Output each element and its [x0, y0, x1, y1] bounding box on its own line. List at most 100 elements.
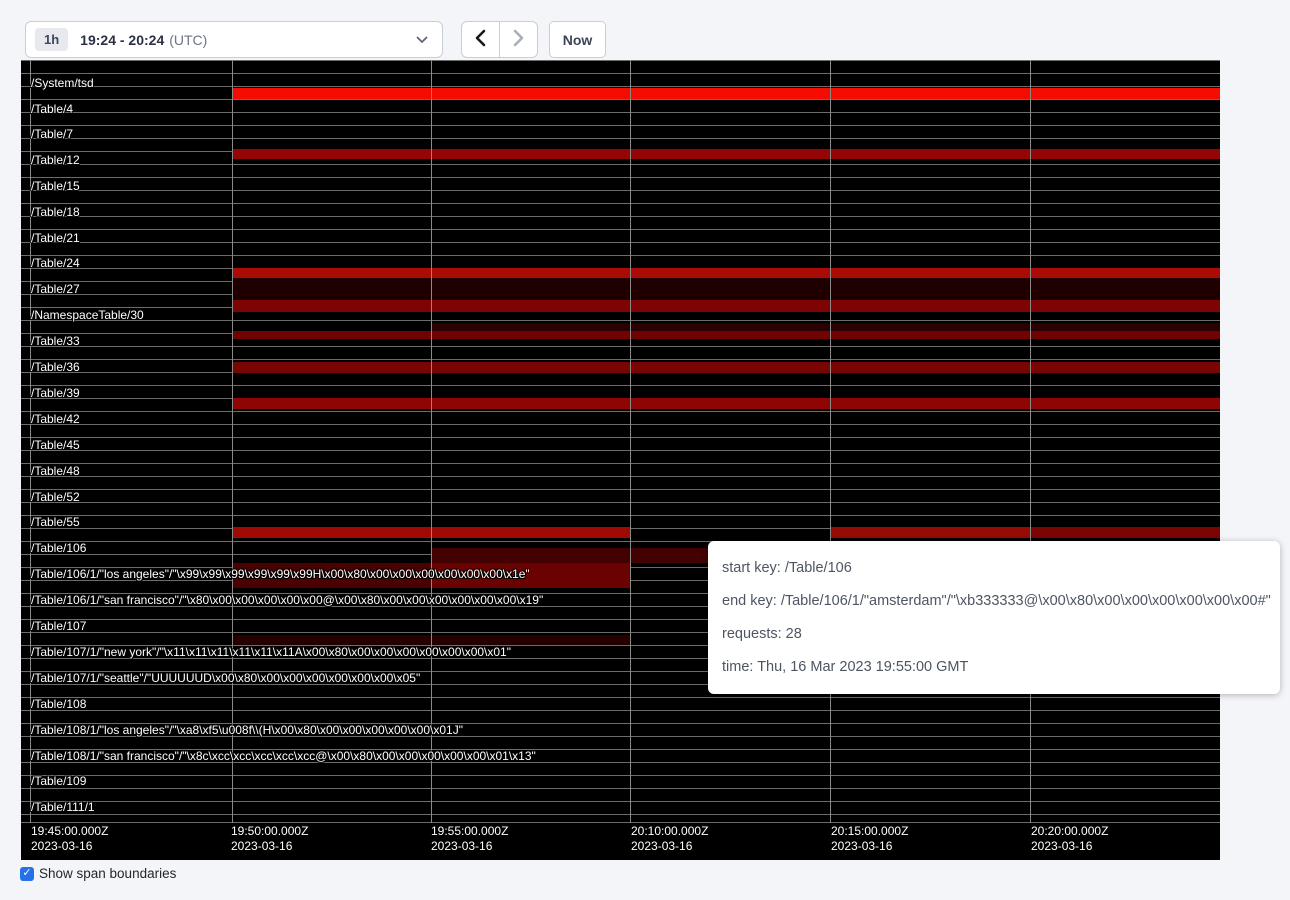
x-axis-tick-date: 2023-03-16 — [431, 839, 508, 854]
tooltip-line: end key: /Table/106/1/"amsterdam"/"\xb33… — [722, 593, 1264, 609]
span-boundary-line — [21, 424, 1220, 425]
row-label: /Table/27 — [31, 282, 80, 296]
tooltip-line: start key: /Table/106 — [722, 560, 1264, 576]
time-nav-group — [461, 21, 538, 58]
heat-band — [232, 300, 1220, 312]
row-label: /Table/108/1/"san francisco"/"\x8c\xcc\x… — [31, 749, 536, 763]
row-label: /Table/108 — [31, 697, 86, 711]
x-axis-tick-time: 20:10:00.000Z — [631, 824, 708, 839]
row-label: /Table/108/1/"los angeles"/"\xa8\xf5\u00… — [31, 723, 463, 737]
show-span-boundaries-checkbox[interactable]: ✓ — [20, 867, 34, 881]
row-label: /Table/42 — [31, 412, 80, 426]
chevron-down-icon — [416, 36, 428, 44]
heat-band — [232, 268, 1220, 278]
span-boundary-line — [21, 229, 1220, 230]
row-label: /Table/106/1/"los angeles"/"\x99\x99\x99… — [31, 567, 530, 581]
row-label: /Table/45 — [31, 438, 80, 452]
heat-band — [830, 527, 1030, 538]
row-label: /Table/7 — [31, 127, 73, 141]
span-boundary-line — [21, 177, 1220, 178]
span-boundary-line — [21, 99, 1220, 100]
row-label: /NamespaceTable/30 — [31, 308, 144, 322]
heat-band — [232, 362, 1220, 373]
row-label: /Table/55 — [31, 515, 80, 529]
row-label: /Table/48 — [31, 464, 80, 478]
row-label: /Table/107/1/"new york"/"\x11\x11\x11\x1… — [31, 645, 511, 659]
span-boundary-line — [21, 320, 1220, 321]
span-boundary-line — [21, 346, 1220, 347]
heat-band — [232, 398, 1220, 409]
row-label: /Table/12 — [31, 153, 80, 167]
row-label: /Table/106 — [31, 541, 86, 555]
row-label: /Table/109 — [31, 774, 86, 788]
next-time-button[interactable] — [499, 21, 538, 58]
row-label: /Table/39 — [31, 386, 80, 400]
x-axis-tick: 19:50:00.000Z2023-03-16 — [231, 824, 308, 854]
row-label: /Table/107 — [31, 619, 86, 633]
heat-band — [431, 323, 1220, 331]
span-boundary-line — [21, 138, 1220, 139]
x-axis-tick-time: 19:55:00.000Z — [431, 824, 508, 839]
heatmap-canvas[interactable]: /System/tsd/Table/4/Table/7/Table/12/Tab… — [21, 60, 1220, 860]
chevron-left-icon — [474, 29, 487, 50]
heat-band — [232, 88, 1220, 99]
span-boundary-line — [21, 814, 1220, 815]
row-label: /Table/107/1/"seattle"/"UUUUUUD\x00\x80\… — [31, 671, 420, 685]
time-range-dropdown[interactable]: 1h 19:24 - 20:24 (UTC) — [25, 21, 443, 58]
span-boundary-line — [21, 450, 1220, 451]
span-boundary-line — [21, 788, 1220, 789]
x-axis-tick-date: 2023-03-16 — [1031, 839, 1108, 854]
tooltip-line: requests: 28 — [722, 626, 1264, 642]
span-boundary-line — [21, 801, 1220, 802]
row-label: /Table/24 — [31, 256, 80, 270]
cell-tooltip: start key: /Table/106 end key: /Table/106… — [708, 541, 1280, 694]
span-boundary-line — [21, 411, 1220, 412]
show-span-boundaries-label: Show span boundaries — [39, 866, 176, 881]
time-range-duration-badge: 1h — [35, 28, 68, 51]
chevron-right-icon — [512, 29, 525, 50]
row-label: /Table/106/1/"san francisco"/"\x80\x00\x… — [31, 593, 543, 607]
row-label: /Table/111/1 — [31, 800, 95, 814]
time-grid-line — [630, 60, 631, 823]
row-label: /Table/4 — [31, 102, 73, 116]
row-label: /Table/36 — [31, 360, 80, 374]
span-boundary-line — [21, 385, 1220, 386]
span-boundary-line — [21, 112, 1220, 113]
toolbar: 1h 19:24 - 20:24 (UTC) Now — [25, 21, 606, 58]
time-grid-line — [232, 60, 233, 823]
prev-time-button[interactable] — [461, 21, 500, 58]
x-axis-tick: 19:45:00.000Z2023-03-16 — [31, 824, 108, 854]
span-boundary-line — [21, 463, 1220, 464]
x-axis-tick: 20:20:00.000Z2023-03-16 — [1031, 824, 1108, 854]
x-axis-tick-date: 2023-03-16 — [31, 839, 108, 854]
footer: ✓ Show span boundaries — [20, 866, 176, 881]
x-axis-tick: 20:15:00.000Z2023-03-16 — [831, 824, 908, 854]
row-label: /Table/15 — [31, 179, 80, 193]
row-label: /Table/33 — [31, 334, 80, 348]
tooltip-line: time: Thu, 16 Mar 2023 19:55:00 GMT — [722, 659, 1264, 675]
heat-band — [232, 278, 1220, 300]
x-axis-tick-date: 2023-03-16 — [831, 839, 908, 854]
row-label: /System/tsd — [31, 76, 94, 90]
span-boundary-line — [21, 125, 1220, 126]
span-boundary-line — [21, 359, 1220, 360]
row-label: /Table/52 — [31, 490, 80, 504]
x-axis-tick-date: 2023-03-16 — [231, 839, 308, 854]
span-boundary-line — [21, 86, 1220, 87]
span-boundary-line — [21, 697, 1220, 698]
span-boundary-line — [21, 476, 1220, 477]
span-boundary-line — [21, 437, 1220, 438]
row-label: /Table/18 — [31, 205, 80, 219]
heat-band — [1030, 527, 1220, 538]
now-button[interactable]: Now — [549, 21, 606, 58]
span-boundary-line — [21, 489, 1220, 490]
span-boundary-line — [21, 710, 1220, 711]
span-boundary-line — [21, 190, 1220, 191]
span-boundary-line — [21, 515, 1220, 516]
span-boundary-line — [21, 255, 1220, 256]
span-boundary-line — [21, 73, 1220, 74]
heat-band — [232, 149, 1220, 159]
x-axis-tick-time: 19:45:00.000Z — [31, 824, 108, 839]
span-boundary-line — [21, 775, 1220, 776]
span-boundary-line — [21, 60, 1220, 61]
